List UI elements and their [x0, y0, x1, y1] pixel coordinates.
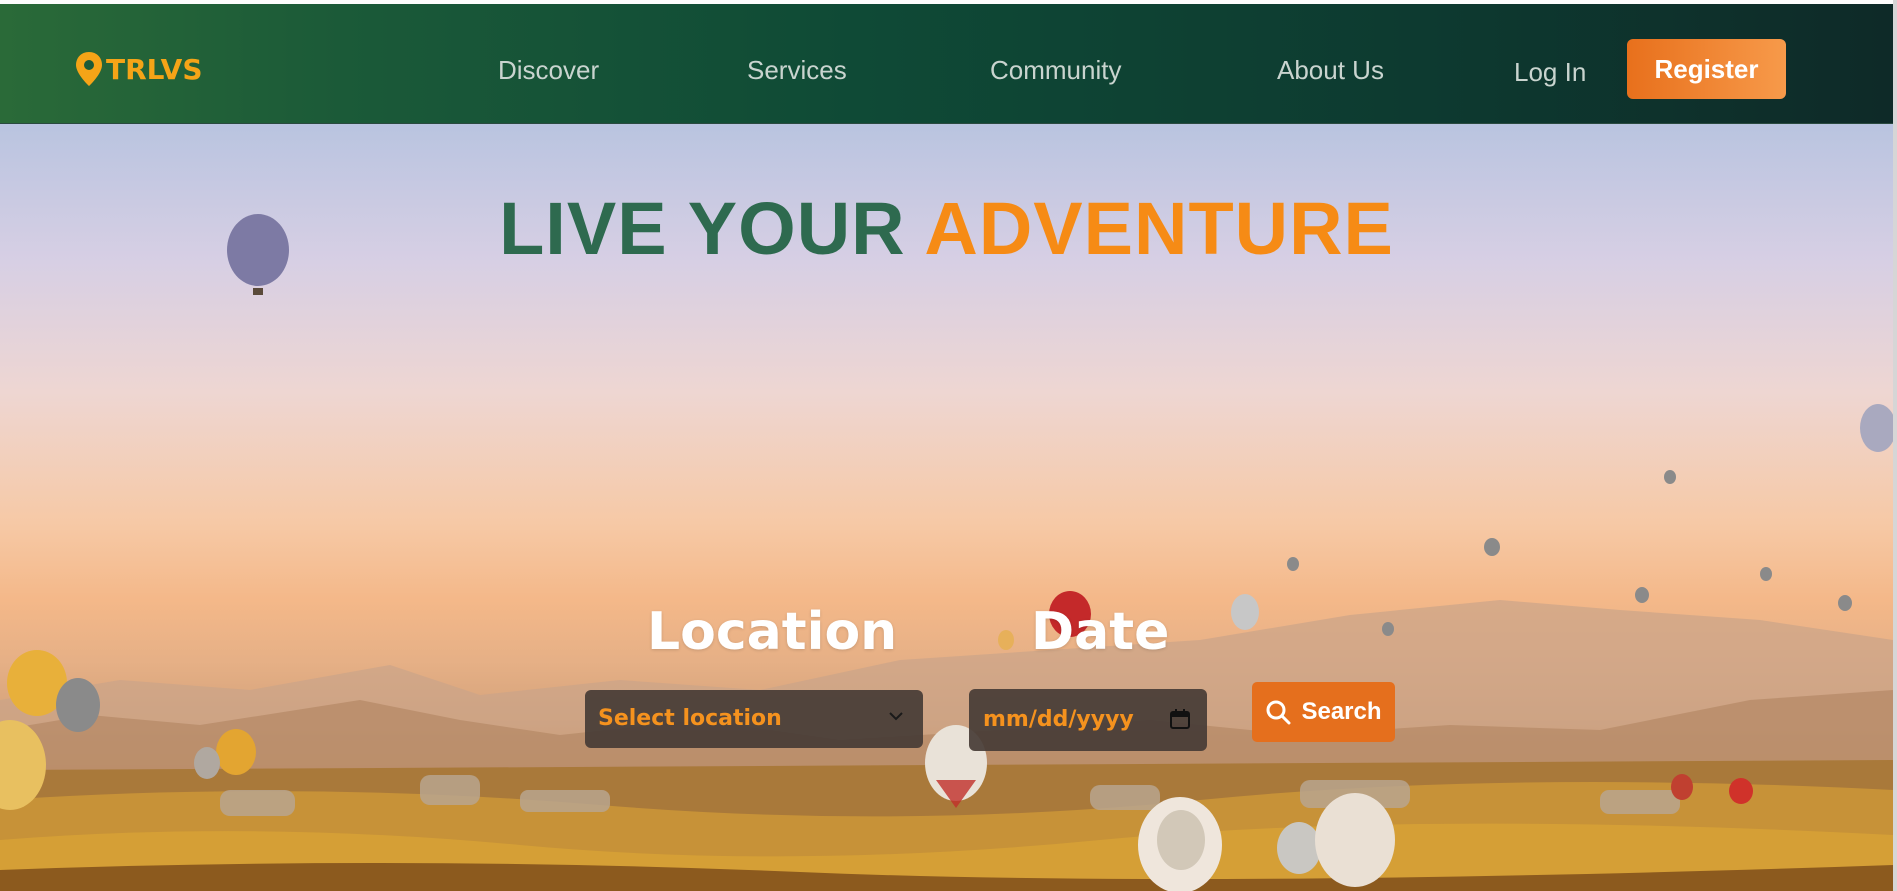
- location-select[interactable]: Select location: [585, 690, 923, 748]
- location-select-value: Select location: [598, 706, 782, 731]
- hero-section: LIVE YOUR ADVENTURE: [0, 124, 1893, 891]
- nav-about-us[interactable]: About Us: [1277, 54, 1384, 86]
- date-label: Date: [1031, 602, 1170, 662]
- nav-discover[interactable]: Discover: [498, 54, 599, 86]
- hero-headline: LIVE YOUR ADVENTURE: [0, 186, 1893, 271]
- search-button-label: Search: [1301, 698, 1382, 725]
- chevron-down-icon: [889, 712, 903, 721]
- map-pin-icon: [76, 52, 102, 86]
- date-input-placeholder: mm/dd/yyyy: [983, 707, 1134, 732]
- nav-community[interactable]: Community: [990, 54, 1121, 86]
- navbar: TRLVS Discover Services Community About …: [0, 4, 1893, 124]
- login-link[interactable]: Log In: [1514, 56, 1586, 88]
- nav-services[interactable]: Services: [747, 54, 847, 86]
- brand-logo[interactable]: TRLVS: [74, 49, 202, 89]
- headline-part2: ADVENTURE: [924, 187, 1394, 270]
- headline-part1: LIVE YOUR: [499, 187, 906, 270]
- search-icon: [1266, 700, 1291, 725]
- location-label: Location: [647, 602, 898, 662]
- scrollbar[interactable]: [1893, 0, 1897, 891]
- register-button[interactable]: Register: [1627, 39, 1786, 99]
- date-input[interactable]: mm/dd/yyyy: [969, 689, 1207, 751]
- brand-name: TRLVS: [106, 52, 203, 86]
- calendar-icon[interactable]: [1169, 708, 1191, 730]
- search-button[interactable]: Search: [1252, 682, 1395, 742]
